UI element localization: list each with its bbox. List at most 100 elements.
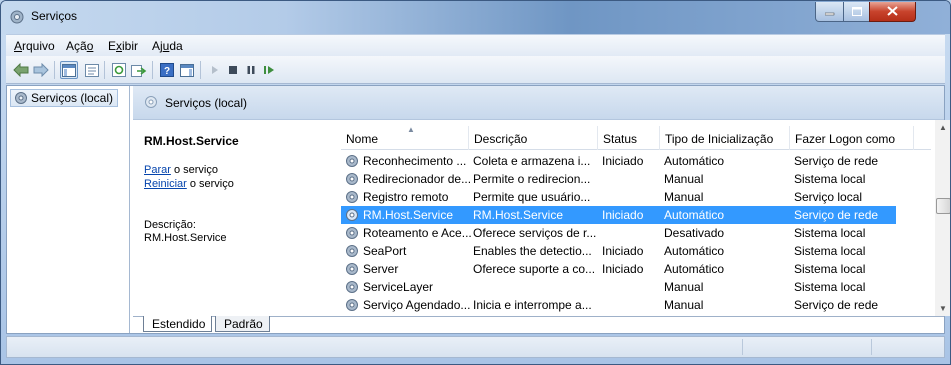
service-row[interactable]: Registro remoto Permite que usuário... Man…: [341, 188, 896, 206]
service-name-cell: Server: [363, 262, 399, 276]
service-status-cell: Iniciado: [602, 208, 644, 222]
service-startup-type-cell: Automático: [664, 208, 725, 222]
service-gear-icon: [345, 154, 359, 171]
service-description-cell: Permite que usuário...: [473, 190, 591, 204]
service-gear-icon: [345, 298, 359, 315]
properties-icon[interactable]: [83, 61, 101, 79]
toolbar-separator: [54, 61, 55, 79]
export-list-icon[interactable]: [130, 61, 148, 79]
service-row[interactable]: Server Oferece suporte a co... Iniciado Aut…: [341, 260, 896, 278]
menu-text: Aj: [152, 39, 163, 53]
services-window: Serviços Arquivo Ação Exibir Ajuda ? Ser…: [0, 0, 951, 365]
column-header-label: Status: [603, 132, 638, 146]
service-description-cell: Inicia e interrompe a...: [473, 298, 592, 312]
tab-estendido[interactable]: Estendido: [143, 316, 213, 332]
scroll-up-icon[interactable]: ▲: [939, 123, 947, 132]
menu-arquivo[interactable]: Arquivo: [14, 39, 55, 53]
menu-exibir[interactable]: Exibir: [108, 39, 138, 53]
column-headers: ▲ Nome Descrição Status Tipo de Iniciali…: [341, 125, 931, 150]
minimize-button[interactable]: [815, 2, 844, 22]
restart-service-icon[interactable]: [260, 61, 278, 79]
description-label: Descrição:: [144, 219, 196, 231]
stop-service-line: Parar o serviço: [144, 164, 218, 176]
menu-accelerator: o: [86, 39, 94, 53]
menu-text: ibir: [122, 39, 139, 53]
results-pane: Serviços (local) RM.Host.Service Parar o…: [133, 86, 950, 333]
service-row[interactable]: Serviço Agendado... Inicia e interrompe a…: [341, 296, 896, 314]
service-row[interactable]: Redirecionador de... Permite o redirecion…: [341, 170, 896, 188]
column-header-label: Fazer Logon como: [795, 132, 896, 146]
forward-icon[interactable]: [32, 61, 50, 79]
scrollbar-thumb[interactable]: [936, 198, 950, 214]
column-header-description[interactable]: Descrição: [469, 126, 598, 150]
service-startup-type-cell: Automático: [664, 154, 725, 168]
service-name-cell: Registro remoto: [363, 190, 449, 204]
service-status-cell: Iniciado: [602, 244, 644, 258]
minimize-icon: [824, 5, 835, 19]
show-hide-action-pane-icon[interactable]: [178, 61, 196, 79]
start-service-icon[interactable]: [206, 61, 224, 79]
stop-service-icon[interactable]: [224, 61, 242, 79]
menu-accelerator: A: [14, 39, 23, 53]
service-row[interactable]: RM.Host.Service RM.Host.Service Iniciado Au…: [341, 206, 896, 224]
restart-service-suffix: o serviço: [186, 178, 234, 190]
service-gear-icon: [345, 262, 359, 279]
menu-ajuda[interactable]: Ajuda: [152, 39, 183, 53]
service-gear-icon: [345, 172, 359, 189]
vertical-scrollbar[interactable]: ▲ ▼: [935, 120, 950, 316]
toolbar: ?: [6, 56, 945, 84]
results-header-title: Serviços (local): [165, 96, 248, 110]
window-title: Serviços: [31, 9, 78, 23]
service-row[interactable]: Roteamento e Ace... Oferece serviços de r…: [341, 224, 896, 242]
restart-service-line: Reiniciar o serviço: [144, 178, 234, 190]
tab-padrao[interactable]: Padrão: [215, 316, 270, 332]
refresh-icon[interactable]: [110, 61, 128, 79]
stop-service-link[interactable]: Parar: [144, 164, 171, 176]
service-gear-icon: [345, 190, 359, 207]
service-logon-cell: Serviço de rede: [794, 298, 879, 312]
services-gear-icon: [144, 95, 158, 112]
service-name-cell: Reconhecimento ...: [363, 154, 467, 168]
service-description-cell: Oferece suporte a co...: [473, 262, 596, 276]
pause-service-icon[interactable]: [242, 61, 260, 79]
title-bar[interactable]: Serviços: [1, 1, 950, 34]
menu-text: E: [108, 39, 117, 53]
column-header-name[interactable]: ▲ Nome: [341, 125, 469, 150]
scroll-down-icon[interactable]: ▼: [939, 304, 947, 313]
selected-service-name: RM.Host.Service: [144, 134, 239, 148]
column-header-startup-type[interactable]: Tipo de Inicialização: [660, 126, 790, 150]
service-startup-type-cell: Desativado: [664, 226, 725, 240]
service-row[interactable]: ServiceLayer Manual Sistema local: [341, 278, 896, 296]
service-row[interactable]: SeaPort Enables the detectio... Iniciado Au…: [341, 242, 896, 260]
service-logon-cell: Serviço local: [794, 190, 863, 204]
status-bar-divider: [742, 339, 743, 355]
show-hide-console-tree-icon[interactable]: [60, 61, 78, 79]
service-description-cell: RM.Host.Service: [473, 208, 564, 222]
close-icon: [887, 5, 898, 19]
tree-item-services-local[interactable]: Serviços (local): [10, 89, 119, 107]
service-startup-type-cell: Manual: [664, 172, 704, 186]
stop-service-suffix: o serviço: [170, 164, 218, 176]
restart-service-link[interactable]: Reiniciar: [144, 178, 187, 190]
service-logon-cell: Sistema local: [794, 172, 866, 186]
service-startup-type-cell: Manual: [664, 298, 704, 312]
menu-bar: Arquivo Ação Exibir Ajuda: [6, 34, 945, 56]
client-area: Serviços (local) Serviços (local) RM.Hos…: [6, 85, 950, 334]
menu-acao[interactable]: Ação: [66, 39, 93, 53]
column-header-status[interactable]: Status: [598, 126, 660, 150]
service-startup-type-cell: Manual: [664, 190, 704, 204]
menu-text: rquivo: [22, 39, 55, 53]
svg-text:?: ?: [164, 66, 170, 77]
help-icon[interactable]: ?: [158, 61, 176, 79]
service-startup-type-cell: Automático: [664, 244, 725, 258]
view-tabs: Estendido Padrão: [133, 316, 944, 333]
column-header-logon-as[interactable]: Fazer Logon como: [790, 126, 914, 150]
service-logon-cell: Sistema local: [794, 244, 866, 258]
service-description-cell: Coleta e armazena i...: [473, 154, 591, 168]
maximize-button[interactable]: [843, 2, 870, 22]
close-button[interactable]: [869, 2, 916, 22]
service-row[interactable]: Reconhecimento ... Coleta e armazena i...…: [341, 152, 896, 170]
tab-label: Estendido: [152, 317, 206, 331]
back-icon[interactable]: [12, 61, 30, 79]
service-description-cell: Enables the detectio...: [473, 244, 592, 258]
